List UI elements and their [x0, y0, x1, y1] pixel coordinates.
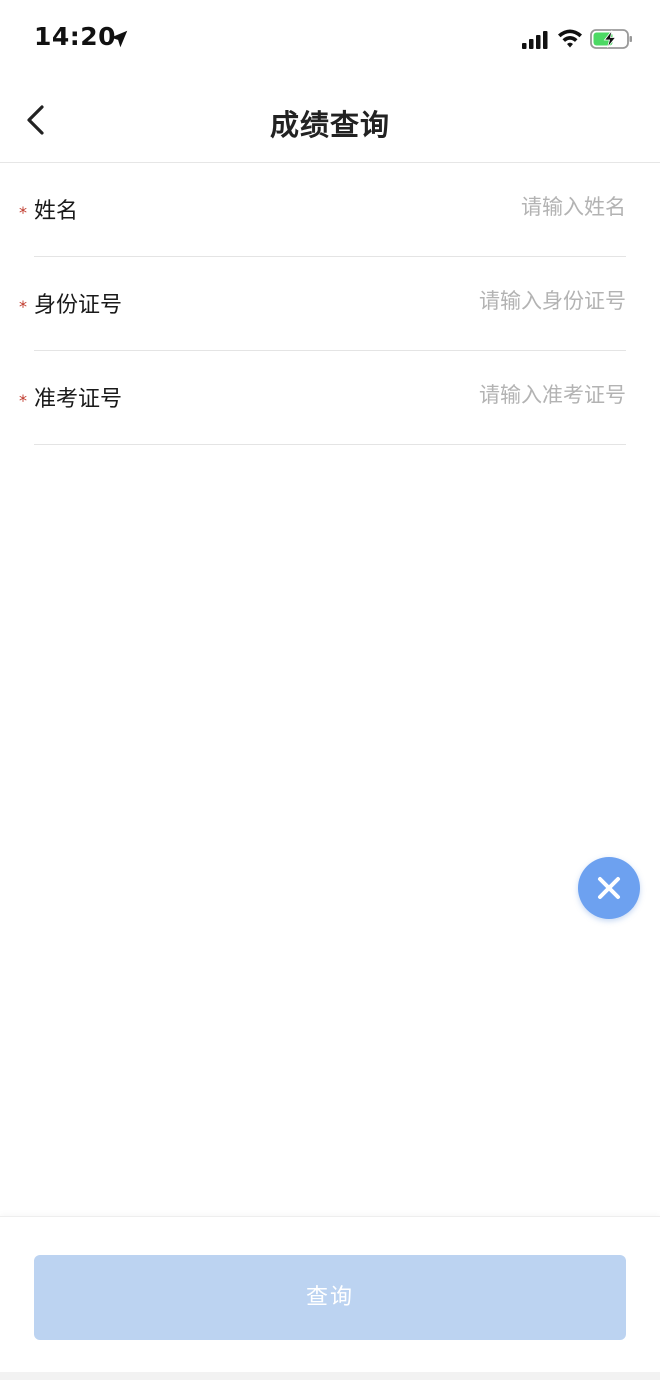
- form-row-id-number: * 身份证号: [0, 257, 660, 351]
- id-number-label: 身份证号: [34, 293, 123, 318]
- battery-charging-icon: [590, 29, 632, 49]
- id-number-input[interactable]: [326, 283, 626, 319]
- required-mark: *: [19, 391, 27, 410]
- name-label: 姓名: [34, 199, 79, 224]
- bottom-action-bar: 查询: [0, 1216, 660, 1380]
- status-bar: 14:20: [0, 0, 660, 80]
- exam-number-input[interactable]: [326, 377, 626, 413]
- form-row-exam-number: * 准考证号: [0, 351, 660, 445]
- wifi-icon: [558, 29, 582, 48]
- exam-number-label: 准考证号: [34, 387, 123, 412]
- page-title: 成绩查询: [269, 108, 390, 142]
- nav-bar: 成绩查询: [0, 80, 660, 163]
- form-row-name: * 姓名: [0, 163, 660, 257]
- name-input[interactable]: [326, 189, 626, 225]
- query-button[interactable]: 查询: [34, 1255, 626, 1340]
- location-arrow-icon: [110, 30, 128, 48]
- cellular-signal-icon: [522, 31, 548, 49]
- status-time: 14:20: [34, 22, 117, 51]
- required-mark: *: [19, 203, 27, 222]
- required-mark: *: [19, 297, 27, 316]
- close-icon: [598, 877, 620, 899]
- divider: [34, 444, 626, 445]
- floating-close-button[interactable]: [578, 857, 640, 919]
